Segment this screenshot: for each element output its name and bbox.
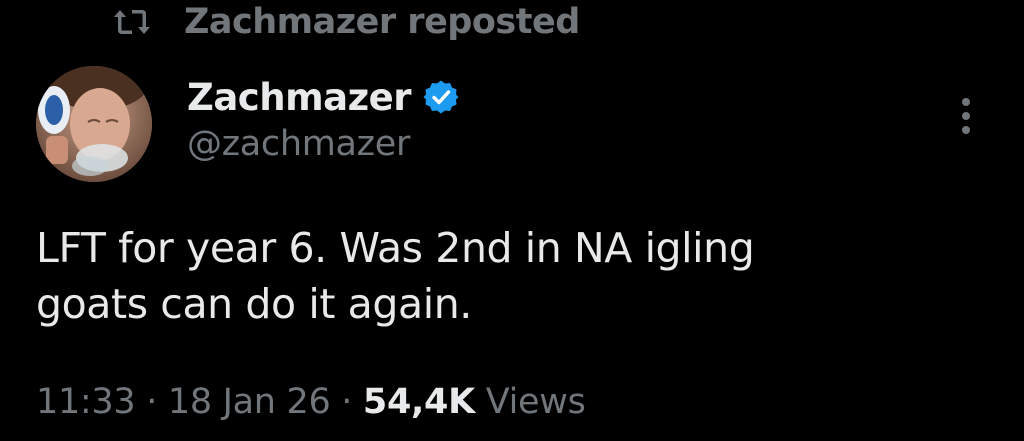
author-display-name[interactable]: Zachmazer <box>187 76 411 119</box>
tweet-text: LFT for year 6. Was 2nd in NA igling goa… <box>36 220 996 332</box>
author-name-row[interactable]: Zachmazer <box>187 72 459 122</box>
tweet-line: goats can do it again. <box>36 280 472 328</box>
tweet-time[interactable]: 11:33 <box>36 382 136 422</box>
verified-badge-icon <box>423 79 459 115</box>
views-count[interactable]: 54,4K <box>363 382 475 422</box>
repost-label: Zachmazer reposted <box>184 2 580 42</box>
meta-separator: · <box>330 382 363 422</box>
author-handle[interactable]: @zachmazer <box>187 124 410 164</box>
meta-separator: · <box>135 382 168 422</box>
repost-banner[interactable]: Zachmazer reposted <box>112 2 580 42</box>
tweet-line: LFT for year 6. Was 2nd in NA igling <box>36 224 755 272</box>
avatar[interactable] <box>36 66 152 182</box>
tweet-meta: 11:33 · 18 Jan 26 · 54,4K Views <box>36 382 586 422</box>
repost-icon <box>112 2 156 42</box>
views-label: Views <box>474 382 586 422</box>
more-options-icon[interactable] <box>952 92 980 140</box>
tweet-date[interactable]: 18 Jan 26 <box>168 382 331 422</box>
